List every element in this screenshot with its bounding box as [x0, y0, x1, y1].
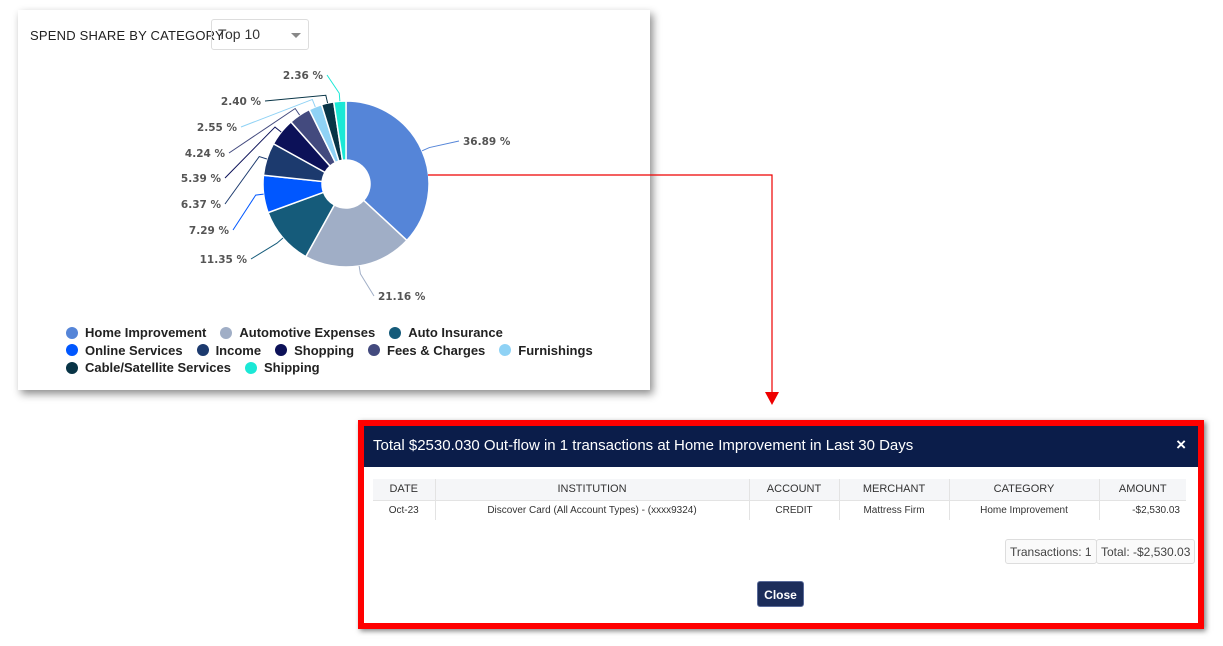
cell-institution: Discover Card (All Account Types) - (xxx…	[435, 499, 750, 520]
cell-category: Home Improvement	[949, 499, 1100, 520]
cell-amount: -$2,530.03	[1099, 499, 1186, 520]
total-amount: Total: -$2,530.03	[1096, 539, 1196, 564]
table-row[interactable]: Oct-23 Discover Card (All Account Types)…	[373, 499, 1186, 520]
col-account[interactable]: ACCOUNT	[749, 479, 840, 500]
col-merchant[interactable]: MERCHANT	[839, 479, 950, 500]
col-date[interactable]: DATE	[373, 479, 436, 500]
modal-title: Total $2530.030 Out-flow in 1 transactio…	[373, 437, 914, 454]
transactions-table: DATE INSTITUTION ACCOUNT MERCHANT CATEGO…	[373, 479, 1186, 520]
modal-header: Total $2530.030 Out-flow in 1 transactio…	[364, 426, 1198, 467]
transactions-count: Transactions: 1	[1005, 539, 1097, 564]
cell-date: Oct-23	[373, 499, 436, 520]
transactions-modal: Total $2530.030 Out-flow in 1 transactio…	[358, 420, 1204, 629]
close-button[interactable]: Close	[757, 581, 804, 607]
col-institution[interactable]: INSTITUTION	[435, 479, 750, 500]
col-amount[interactable]: AMOUNT	[1099, 479, 1186, 500]
close-icon[interactable]: ×	[1176, 435, 1186, 455]
cell-account: CREDIT	[749, 499, 840, 520]
col-category[interactable]: CATEGORY	[949, 479, 1100, 500]
cell-merchant: Mattress Firm	[839, 499, 950, 520]
